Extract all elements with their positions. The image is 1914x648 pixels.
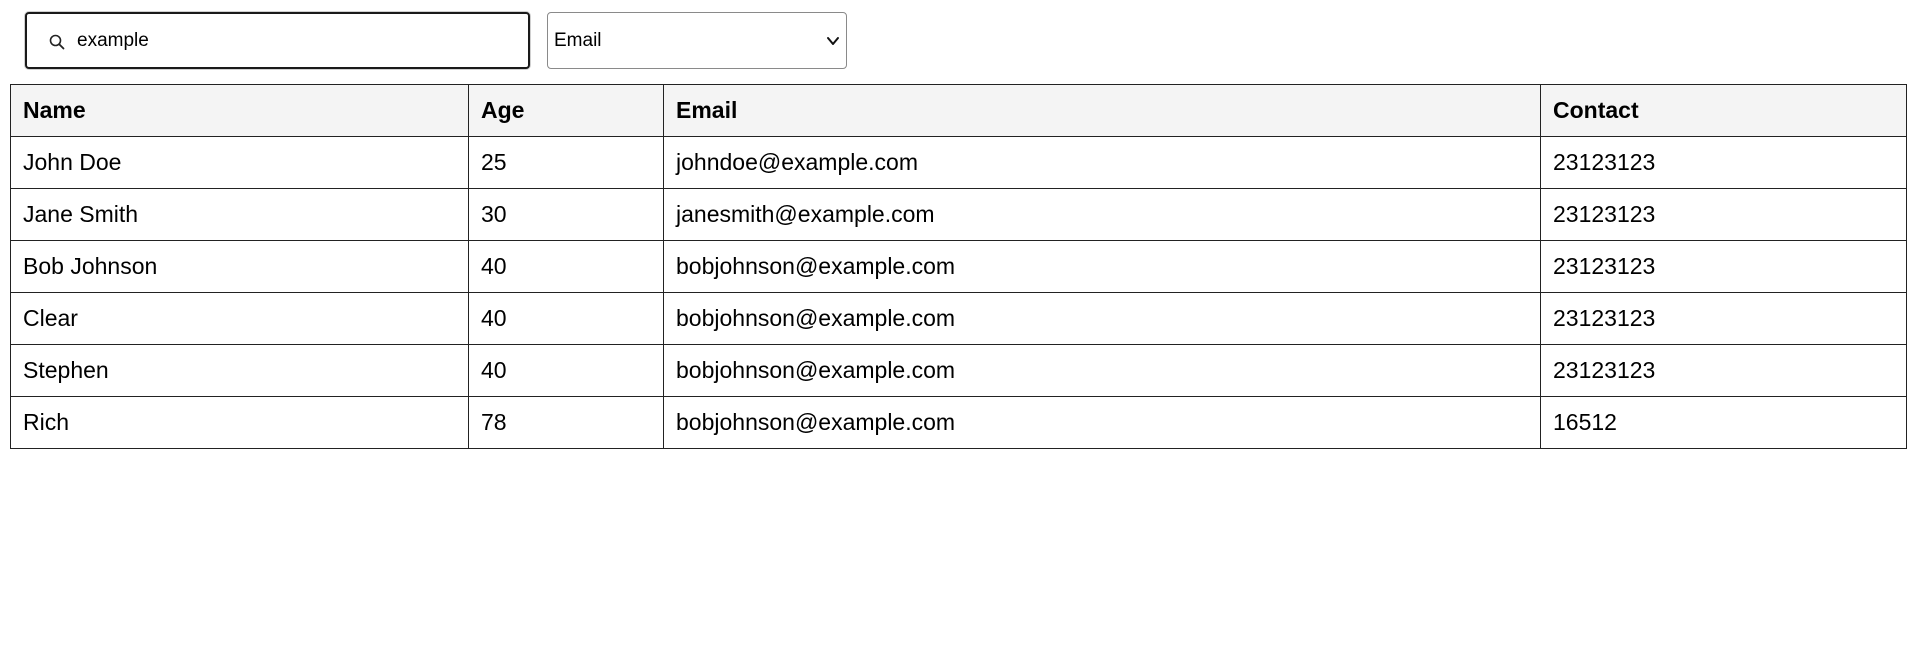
column-header-contact: Contact — [1540, 84, 1907, 137]
cell-email: janesmith@example.com — [663, 188, 1541, 241]
cell-name: Stephen — [10, 344, 469, 397]
cell-contact: 23123123 — [1540, 188, 1907, 241]
toolbar: Email — [0, 0, 1914, 80]
cell-contact: 23123123 — [1540, 292, 1907, 345]
cell-name: John Doe — [10, 136, 469, 189]
table-row: Bob Johnson 40 bobjohnson@example.com 23… — [10, 240, 1907, 293]
data-table: Name Age Email Contact John Doe 25 johnd… — [10, 84, 1907, 449]
table-row: John Doe 25 johndoe@example.com 23123123 — [10, 136, 1907, 189]
table-row: Clear 40 bobjohnson@example.com 23123123 — [10, 292, 1907, 345]
cell-contact: 23123123 — [1540, 136, 1907, 189]
cell-name: Clear — [10, 292, 469, 345]
column-header-age: Age — [468, 84, 664, 137]
cell-name: Rich — [10, 396, 469, 449]
filter-selected-value: Email — [554, 30, 602, 51]
column-header-email: Email — [663, 84, 1541, 137]
cell-age: 40 — [468, 292, 664, 345]
search-input[interactable] — [77, 22, 517, 60]
cell-email: bobjohnson@example.com — [663, 396, 1541, 449]
cell-age: 25 — [468, 136, 664, 189]
cell-contact: 16512 — [1540, 396, 1907, 449]
cell-email: johndoe@example.com — [663, 136, 1541, 189]
cell-email: bobjohnson@example.com — [663, 344, 1541, 397]
table-row: Jane Smith 30 janesmith@example.com 2312… — [10, 188, 1907, 241]
cell-name: Bob Johnson — [10, 240, 469, 293]
cell-age: 40 — [468, 344, 664, 397]
search-icon — [49, 34, 65, 50]
cell-age: 40 — [468, 240, 664, 293]
table-row: Stephen 40 bobjohnson@example.com 231231… — [10, 344, 1907, 397]
cell-contact: 23123123 — [1540, 240, 1907, 293]
cell-age: 30 — [468, 188, 664, 241]
cell-name: Jane Smith — [10, 188, 469, 241]
cell-contact: 23123123 — [1540, 344, 1907, 397]
table-header-row: Name Age Email Contact — [10, 84, 1907, 137]
column-header-name: Name — [10, 84, 469, 137]
cell-email: bobjohnson@example.com — [663, 240, 1541, 293]
chevron-down-icon — [826, 34, 840, 48]
cell-email: bobjohnson@example.com — [663, 292, 1541, 345]
cell-age: 78 — [468, 396, 664, 449]
filter-select[interactable]: Email — [547, 12, 847, 69]
search-box[interactable] — [25, 12, 530, 69]
table-row: Rich 78 bobjohnson@example.com 16512 — [10, 396, 1907, 449]
